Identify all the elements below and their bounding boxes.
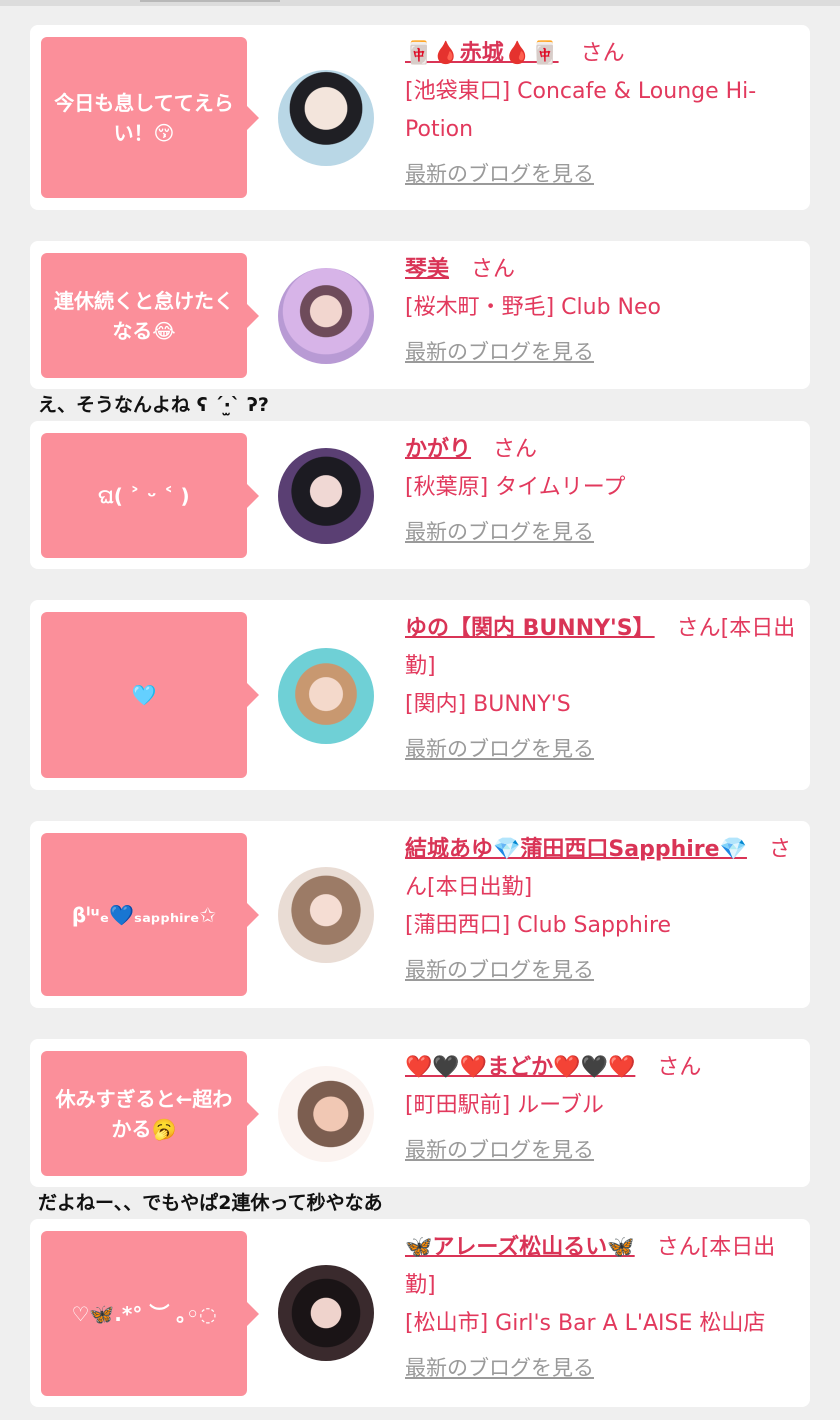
avatar[interactable]	[278, 448, 374, 544]
latest-blog-link[interactable]: 最新のブログを見る	[405, 1353, 594, 1383]
store-name: [松山市] Girl's Bar A L'AISE 松山店	[405, 1311, 766, 1336]
cast-name-link[interactable]: 🀄🩸赤城🩸🀄	[405, 41, 559, 66]
status-text: βˡᵘₑ💙ₛₐₚₚₕᵢᵣₑ✩	[71, 902, 217, 927]
latest-blog-link[interactable]: 最新のブログを見る	[405, 337, 594, 367]
avatar[interactable]	[278, 867, 374, 963]
honorific: さん	[471, 257, 516, 282]
store-name: [蒲田西口] Club Sapphire	[405, 913, 672, 938]
status-bubble: ଘ( ˃ ᵕ ˂ )	[41, 433, 259, 558]
honorific: さん	[580, 41, 625, 66]
status-text: 今日も息しててえらい！😚	[54, 90, 234, 145]
status-text: 休みすぎると←超わかる🥱	[55, 1086, 233, 1141]
status-bubble: ♡🦋.*° ︶ ｡◦◌	[41, 1231, 259, 1396]
latest-blog-link[interactable]: 最新のブログを見る	[405, 955, 594, 985]
store-name: [町田駅前] ルーブル	[405, 1093, 604, 1118]
store-name: [秋葉原] タイムリープ	[405, 475, 626, 500]
status-bubble: βˡᵘₑ💙ₛₐₚₚₕᵢᵣₑ✩	[41, 833, 259, 996]
cast-name-link[interactable]: ❤️🖤❤️まどか❤️🖤❤️	[405, 1055, 635, 1080]
cast-name-link[interactable]: かがり	[405, 437, 471, 462]
cast-name-link[interactable]: 結城あゆ💎蒲田西口Sapphire💎	[405, 837, 747, 862]
latest-blog-link[interactable]: 最新のブログを見る	[405, 517, 594, 547]
avatar[interactable]	[278, 268, 374, 364]
top-scroll-bar	[0, 0, 840, 6]
latest-blog-link[interactable]: 最新のブログを見る	[405, 1135, 594, 1165]
reply-comment: だよねー、、でもやぱ2連休って秒やなあ	[38, 1192, 383, 1214]
status-text: ଘ( ˃ ᵕ ˂ )	[98, 483, 190, 508]
status-bubble: 休みすぎると←超わかる🥱	[41, 1051, 259, 1176]
latest-blog-link[interactable]: 最新のブログを見る	[405, 159, 594, 189]
blog-card: 休みすぎると←超わかる🥱 ❤️🖤❤️まどか❤️🖤❤️ さん [町田駅前] ルーブル…	[30, 1039, 810, 1187]
latest-blog-link[interactable]: 最新のブログを見る	[405, 734, 594, 764]
blog-card: ଘ( ˃ ᵕ ˂ ) かがり さん [秋葉原] タイムリープ 最新のブログを見る	[30, 421, 810, 569]
cast-name-link[interactable]: ゆの【関内 BUNNY'S】	[405, 616, 655, 641]
status-bubble: 🩵	[41, 612, 259, 778]
avatar[interactable]	[278, 1066, 374, 1162]
store-name: [池袋東口] Concafe & Lounge Hi-Potion	[405, 79, 757, 142]
status-bubble: 連休続くと怠けたくなる😂	[41, 253, 259, 378]
store-name: [桜木町・野毛] Club Neo	[405, 295, 661, 320]
blog-card: ♡🦋.*° ︶ ｡◦◌ 🦋アレーズ松山るい🦋 さん[本日出勤] [松山市] Gir…	[30, 1219, 810, 1407]
store-name: [関内] BUNNY'S	[405, 692, 571, 717]
reply-comment: え、そうなんよね ʕ ˊ·̫ˋ ʔ?	[38, 394, 269, 416]
blog-card: βˡᵘₑ💙ₛₐₚₚₕᵢᵣₑ✩ 結城あゆ💎蒲田西口Sapphire💎 さん[本日出勤…	[30, 821, 810, 1008]
status-bubble: 今日も息しててえらい！😚	[41, 37, 259, 198]
cast-name-link[interactable]: 琴美	[405, 257, 449, 282]
cast-name-link[interactable]: 🦋アレーズ松山るい🦋	[405, 1235, 635, 1260]
status-text: 連休続くと怠けたくなる😂	[54, 288, 234, 343]
avatar[interactable]	[278, 648, 374, 744]
avatar[interactable]	[278, 1265, 374, 1361]
honorific: さん	[493, 437, 538, 462]
status-text: 🩵	[131, 683, 157, 707]
blog-card: 今日も息しててえらい！😚 🀄🩸赤城🩸🀄 さん [池袋東口] Concafe & L…	[30, 25, 810, 210]
honorific: さん	[657, 1055, 702, 1080]
blog-card: 🩵 ゆの【関内 BUNNY'S】 さん[本日出勤] [関内] BUNNY'S 最新…	[30, 600, 810, 790]
blog-card: 連休続くと怠けたくなる😂 琴美 さん [桜木町・野毛] Club Neo 最新のブ…	[30, 241, 810, 389]
status-text: ♡🦋.*° ︶ ｡◦◌	[71, 1301, 217, 1326]
avatar[interactable]	[278, 70, 374, 166]
